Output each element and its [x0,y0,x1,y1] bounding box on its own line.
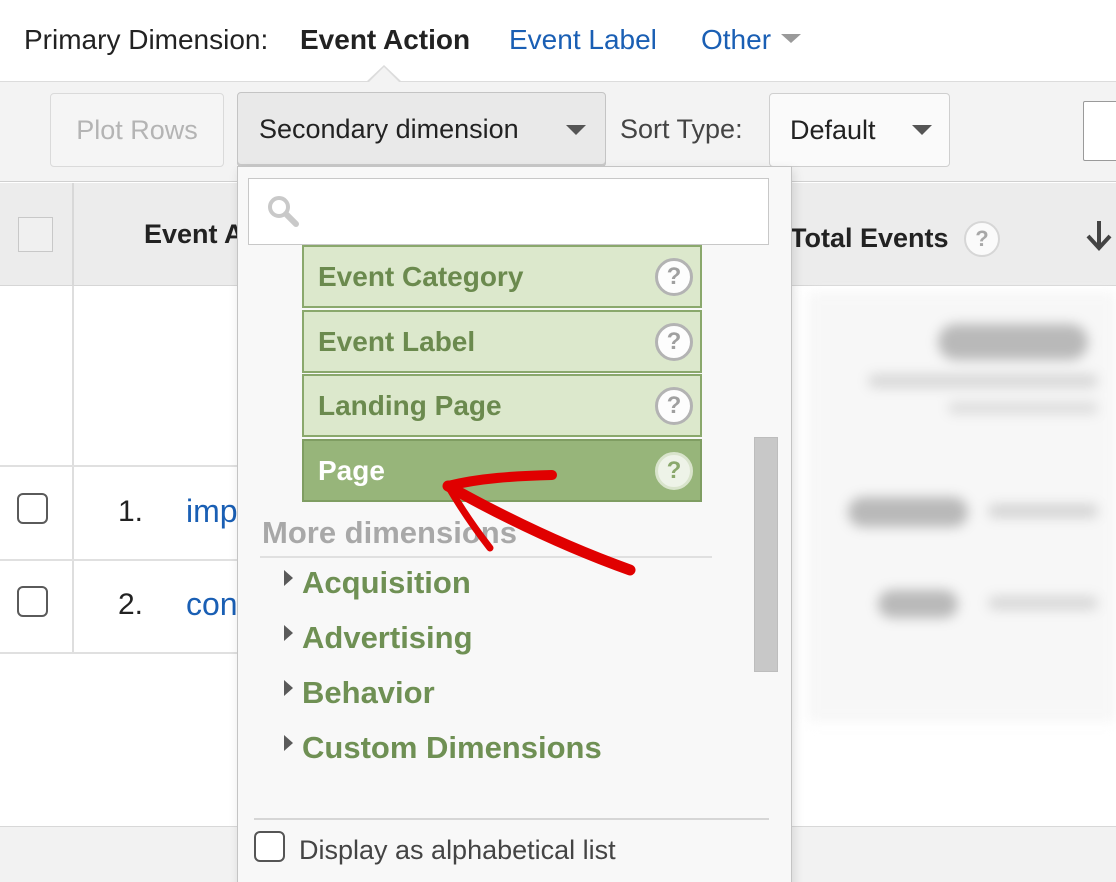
plot-rows-button[interactable]: Plot Rows [50,93,224,167]
dimension-item-event-category[interactable]: Event Category ? [302,245,702,308]
dimension-item-label: Event Label [318,325,476,357]
primary-dimension-other-label: Other [701,24,772,55]
category-label: Custom Dimensions [302,730,602,765]
dimension-item-label: Landing Page [318,389,502,421]
row-number: 2. [118,588,144,621]
chevron-down-icon [781,34,802,44]
caret-right-icon [284,624,293,641]
caret-right-icon [284,569,293,586]
chevron-down-icon [566,125,586,135]
row-divider [0,652,250,654]
column-divider [72,286,74,654]
chevron-down-icon [912,125,932,135]
divider [260,556,712,558]
arrow-down-icon[interactable] [1084,218,1114,252]
row-checkbox[interactable] [17,586,48,617]
help-icon[interactable]: ? [655,452,693,490]
more-dimensions-header: More dimensions [262,515,517,550]
sort-type-value: Default [790,114,876,145]
alphabetical-list-label[interactable]: Display as alphabetical list [299,835,616,866]
primary-dimension-event-label[interactable]: Event Label [509,24,657,56]
search-icon [268,196,299,227]
primary-dimension-event-action[interactable]: Event Action [300,24,470,56]
blurred-value [948,402,1098,414]
category-behavior[interactable]: Behavior [284,675,435,711]
sort-type-select[interactable]: Default [769,93,950,167]
dropdown-scrollbar[interactable] [754,437,778,672]
row-event-action-link[interactable]: imp [186,493,238,530]
category-custom-dimensions[interactable]: Custom Dimensions [284,730,602,766]
caret-right-icon [284,734,293,751]
row-divider [0,559,250,561]
row-divider [0,465,250,467]
dimension-item-event-label[interactable]: Event Label ? [302,310,702,373]
help-icon[interactable]: ? [655,323,693,361]
primary-dimension-bar: Primary Dimension: Event Action Event La… [0,0,1116,82]
dimension-item-label: Page [318,454,385,486]
blurred-value [988,596,1098,610]
primary-dimension-other[interactable]: Other [701,24,802,56]
primary-dimension-label: Primary Dimension: [24,24,269,55]
row-event-action-link[interactable]: con [186,586,238,623]
row-number: 1. [118,495,144,528]
dimension-item-page[interactable]: Page ? [302,439,702,502]
column-header-event-action[interactable]: Event A [144,219,244,250]
caret-right-icon [284,679,293,696]
category-label: Advertising [302,620,473,655]
active-tab-notch-fill [368,67,400,83]
column-divider [72,183,74,286]
alphabetical-list-checkbox[interactable] [254,831,285,862]
dimension-search-input[interactable] [309,189,759,235]
help-icon[interactable]: ? [655,387,693,425]
blurred-data-region [808,292,1116,722]
table-search-input[interactable] [1083,101,1116,161]
blurred-value [938,324,1088,360]
column-header-total-events[interactable]: Total Events [790,223,949,254]
help-icon[interactable]: ? [964,221,1000,257]
select-all-checkbox[interactable] [18,217,53,252]
dimension-item-landing-page[interactable]: Landing Page ? [302,374,702,437]
blurred-value [868,374,1098,388]
blurred-value [848,497,968,527]
secondary-dimension-label: Secondary dimension [259,114,519,144]
dimension-search-box[interactable] [248,178,769,245]
blurred-value [878,590,958,618]
row-checkbox[interactable] [17,493,48,524]
category-label: Behavior [302,675,435,710]
dimension-item-label: Event Category [318,260,524,292]
category-advertising[interactable]: Advertising [284,620,473,656]
sort-type-label: Sort Type: [620,114,743,144]
divider [254,818,769,820]
secondary-dimension-button[interactable]: Secondary dimension [237,92,606,167]
help-icon[interactable]: ? [655,258,693,296]
category-acquisition[interactable]: Acquisition [284,565,471,601]
category-label: Acquisition [302,565,471,600]
blurred-value [988,504,1098,518]
secondary-dimension-dropdown: Event Category ? Event Label ? Landing P… [237,166,792,882]
